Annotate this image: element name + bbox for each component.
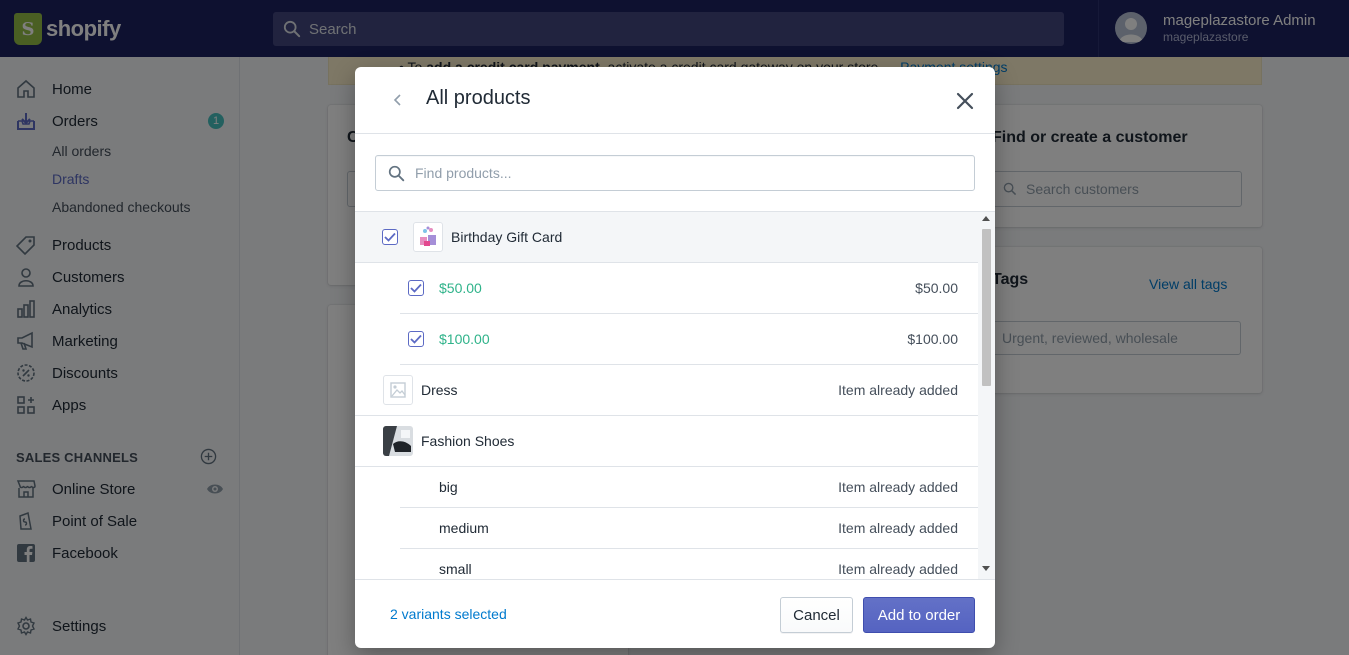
find-products-placeholder: Find products... <box>415 165 512 181</box>
already-added-status: Item already added <box>838 479 958 495</box>
fashion-shoes-thumbnail <box>383 426 413 456</box>
already-added-status: Item already added <box>838 382 958 398</box>
checkmark-icon <box>410 334 422 344</box>
gift-card-thumbnail <box>413 222 443 252</box>
product-list: Birthday Gift Card $50.00 $50.00 $100.00… <box>355 211 995 579</box>
variant-name: medium <box>439 520 489 536</box>
already-added-status: Item already added <box>838 561 958 577</box>
checkmark-icon <box>384 232 396 242</box>
variant-row-small: small Item already added <box>400 549 978 579</box>
variant-checkbox[interactable] <box>408 331 424 347</box>
search-icon <box>388 165 405 181</box>
product-row-birthday-gift-card[interactable]: Birthday Gift Card <box>355 212 978 263</box>
product-checkbox[interactable] <box>382 229 398 245</box>
image-placeholder-icon <box>390 382 406 398</box>
product-row-dress: Dress Item already added <box>355 365 978 416</box>
scroll-up-arrow-icon[interactable] <box>982 216 990 221</box>
variant-price: $50.00 <box>915 280 958 296</box>
shoe-photo-icon <box>383 426 413 456</box>
variant-name: $50.00 <box>439 280 482 296</box>
list-scrollbar[interactable] <box>978 212 995 579</box>
variant-row-100[interactable]: $100.00 $100.00 <box>400 314 978 365</box>
product-row-fashion-shoes[interactable]: Fashion Shoes <box>355 416 978 467</box>
modal-title: All products <box>426 87 531 109</box>
back-button[interactable] <box>388 89 408 111</box>
product-name: Birthday Gift Card <box>451 229 563 245</box>
dress-thumbnail <box>383 375 413 405</box>
modal-footer: 2 variants selected Cancel Add to order <box>355 579 995 648</box>
find-products-input[interactable]: Find products... <box>375 155 975 191</box>
variant-name: small <box>439 561 472 577</box>
variant-checkbox[interactable] <box>408 280 424 296</box>
checkmark-icon <box>410 283 422 293</box>
variant-name: $100.00 <box>439 331 490 347</box>
scroll-down-arrow-icon[interactable] <box>982 566 990 571</box>
cancel-button[interactable]: Cancel <box>780 597 853 633</box>
scrollbar-thumb[interactable] <box>982 229 991 386</box>
modal-header: All products <box>355 67 995 134</box>
product-name: Fashion Shoes <box>421 433 515 449</box>
variant-name: big <box>439 479 458 495</box>
variants-selected-link[interactable]: 2 variants selected <box>390 606 507 622</box>
variant-row-big: big Item already added <box>400 467 978 508</box>
gift-icon <box>420 226 436 246</box>
product-name: Dress <box>421 382 458 398</box>
already-added-status: Item already added <box>838 520 958 536</box>
variant-price: $100.00 <box>907 331 958 347</box>
add-to-order-button[interactable]: Add to order <box>863 597 975 633</box>
chevron-left-icon <box>393 94 401 106</box>
variant-row-medium: medium Item already added <box>400 508 978 549</box>
product-picker-modal: All products Find products... Birthday G… <box>355 67 995 648</box>
variant-row-50[interactable]: $50.00 $50.00 <box>400 263 978 314</box>
close-icon[interactable] <box>953 89 977 113</box>
